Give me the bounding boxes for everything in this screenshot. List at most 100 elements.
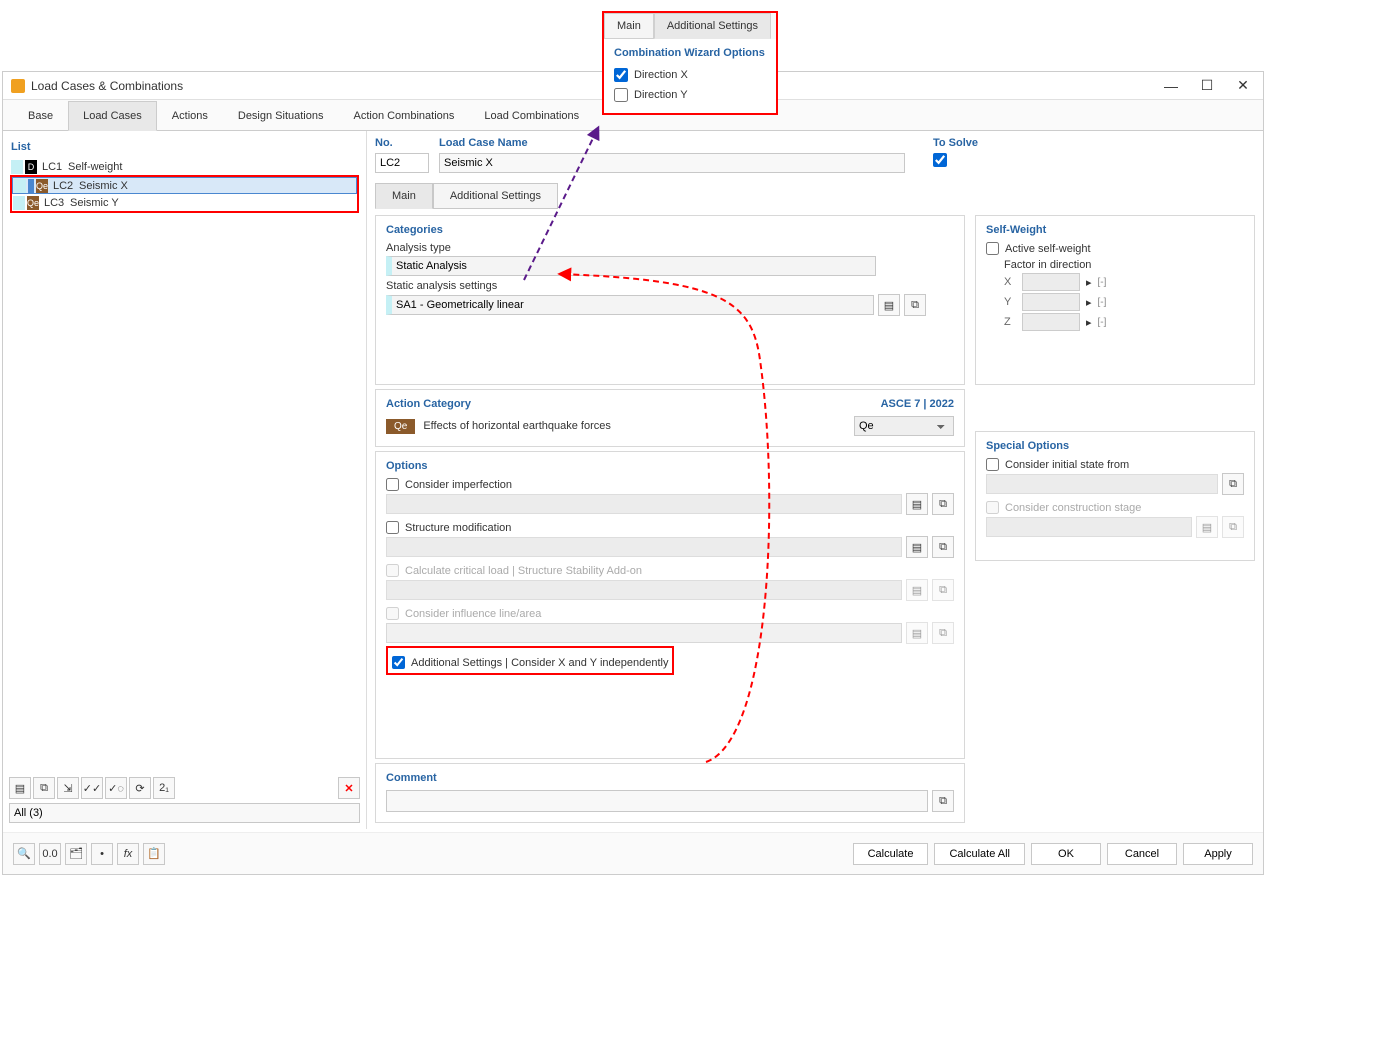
axis-x-label: X	[1004, 276, 1016, 288]
analysis-type-label: Analysis type	[386, 242, 954, 254]
help-icon[interactable]: 🔍	[13, 843, 35, 865]
static-settings-select[interactable]: SA1 - Geometrically linear	[386, 295, 874, 315]
color-swatch	[11, 160, 23, 174]
tab-load-cases[interactable]: Load Cases	[68, 101, 157, 131]
tab-design-situations[interactable]: Design Situations	[223, 101, 339, 131]
tab-base[interactable]: Base	[13, 101, 68, 131]
list-item[interactable]: D LC1 Self-weight	[10, 158, 359, 175]
spinner-icon: ▸	[1086, 316, 1092, 329]
action-category-select[interactable]: Qe	[854, 416, 954, 436]
category-badge: Qe	[27, 196, 39, 210]
to-solve-checkbox[interactable]	[933, 153, 947, 167]
new-icon[interactable]: ▤	[906, 536, 928, 558]
critical-field	[386, 580, 902, 600]
category-badge: D	[25, 160, 37, 174]
color-swatch	[13, 196, 25, 210]
section-title-comment: Comment	[386, 772, 954, 784]
factor-x-input	[1022, 273, 1080, 291]
popup-tab-main[interactable]: Main	[604, 13, 654, 39]
initial-state-checkbox[interactable]	[986, 458, 999, 471]
detail-tab-main[interactable]: Main	[375, 183, 433, 209]
edit-settings-icon[interactable]: ⧉	[904, 294, 926, 316]
self-weight-section: Self-Weight Active self-weight Factor in…	[975, 215, 1255, 385]
import-icon[interactable]: ⇲	[57, 777, 79, 799]
check-all-icon[interactable]: ✓✓	[81, 777, 103, 799]
edit-icon: ⧉	[932, 622, 954, 644]
units-icon[interactable]: 0.0	[39, 843, 61, 865]
category-badge: Qe	[36, 179, 48, 193]
analysis-type-select[interactable]: Static Analysis	[386, 256, 876, 276]
lc-name: Self-weight	[66, 161, 359, 173]
category-badge: Qe	[386, 419, 415, 434]
structure-mod-checkbox[interactable]	[386, 521, 399, 534]
comment-input[interactable]	[386, 790, 928, 812]
maximize-button[interactable]: ☐	[1195, 76, 1219, 96]
edit-icon[interactable]: ⧉	[932, 493, 954, 515]
critical-checkbox	[386, 564, 399, 577]
tab-load-combinations[interactable]: Load Combinations	[469, 101, 594, 131]
additional-settings-label: Additional Settings | Consider X and Y i…	[411, 657, 668, 669]
close-button[interactable]: ✕	[1231, 76, 1255, 96]
ok-button[interactable]: OK	[1031, 843, 1101, 865]
dialog-footer: 🔍 0.0 🗂 • fx 📋 Calculate Calculate All O…	[3, 832, 1263, 874]
no-input[interactable]	[375, 153, 429, 173]
new-settings-icon[interactable]: ▤	[878, 294, 900, 316]
lc-name: Seismic Y	[68, 197, 357, 209]
copy-icon[interactable]: ⧉	[33, 777, 55, 799]
list-item[interactable]: Qe LC2 Seismic X	[12, 177, 357, 194]
calculate-all-button[interactable]: Calculate All	[934, 843, 1025, 865]
new-icon: ▤	[906, 579, 928, 601]
construction-stage-label: Consider construction stage	[1005, 502, 1141, 514]
section-title-special: Special Options	[986, 440, 1244, 452]
script-icon[interactable]: fx	[117, 843, 139, 865]
refresh-icon[interactable]: ⟳	[129, 777, 151, 799]
calendar-icon[interactable]: 📋	[143, 843, 165, 865]
lc-number: LC3	[40, 197, 68, 209]
influence-label: Consider influence line/area	[405, 608, 541, 620]
detail-tab-additional[interactable]: Additional Settings	[433, 183, 558, 209]
direction-y-row[interactable]: Direction Y	[614, 85, 766, 105]
dot-icon[interactable]: •	[91, 843, 113, 865]
uncheck-all-icon[interactable]: ✓◌	[105, 777, 127, 799]
color-swatch	[14, 179, 26, 193]
lc-number: LC2	[49, 180, 77, 192]
tree-icon[interactable]: 🗂	[65, 843, 87, 865]
unit-label: [-]	[1098, 317, 1107, 328]
lc-name: Seismic X	[77, 180, 356, 192]
direction-x-row[interactable]: Direction X	[614, 65, 766, 85]
unit-label: [-]	[1098, 277, 1107, 288]
tab-action-combinations[interactable]: Action Combinations	[338, 101, 469, 131]
factor-direction-label: Factor in direction	[1004, 259, 1244, 271]
load-case-name-select[interactable]: Seismic X	[439, 153, 905, 173]
construction-stage-field	[986, 517, 1192, 537]
initial-state-field	[986, 474, 1218, 494]
minimize-button[interactable]: —	[1159, 76, 1183, 96]
edit-icon[interactable]: ⧉	[1222, 473, 1244, 495]
direction-x-checkbox[interactable]	[614, 68, 628, 82]
direction-y-checkbox[interactable]	[614, 88, 628, 102]
popup-tab-additional[interactable]: Additional Settings	[654, 13, 771, 39]
edit-icon[interactable]: ⧉	[932, 536, 954, 558]
filter-select[interactable]: All (3)	[9, 803, 360, 823]
new-icon[interactable]: ▤	[9, 777, 31, 799]
tab-actions[interactable]: Actions	[157, 101, 223, 131]
standard-badge: ASCE 7 | 2022	[881, 398, 954, 410]
cancel-button[interactable]: Cancel	[1107, 843, 1177, 865]
imperfection-checkbox[interactable]	[386, 478, 399, 491]
calculate-button[interactable]: Calculate	[853, 843, 929, 865]
new-icon[interactable]: ▤	[906, 493, 928, 515]
direction-x-label: Direction X	[634, 69, 688, 81]
delete-icon[interactable]: ✕	[338, 777, 360, 799]
active-self-weight-checkbox[interactable]	[986, 242, 999, 255]
popup-section-title: Combination Wizard Options	[614, 47, 766, 59]
renumber-icon[interactable]: 2₁	[153, 777, 175, 799]
list-item[interactable]: Qe LC3 Seismic Y	[12, 194, 357, 211]
comment-edit-icon[interactable]: ⧉	[932, 790, 954, 812]
load-case-list: D LC1 Self-weight Qe LC2 Seismic X Qe	[9, 157, 360, 773]
category-desc: Effects of horizontal earthquake forces	[419, 420, 850, 432]
apply-button[interactable]: Apply	[1183, 843, 1253, 865]
imperfection-label: Consider imperfection	[405, 479, 512, 491]
additional-settings-checkbox[interactable]	[392, 656, 405, 669]
comment-section: Comment ⧉	[375, 763, 965, 823]
app-icon	[11, 79, 25, 93]
